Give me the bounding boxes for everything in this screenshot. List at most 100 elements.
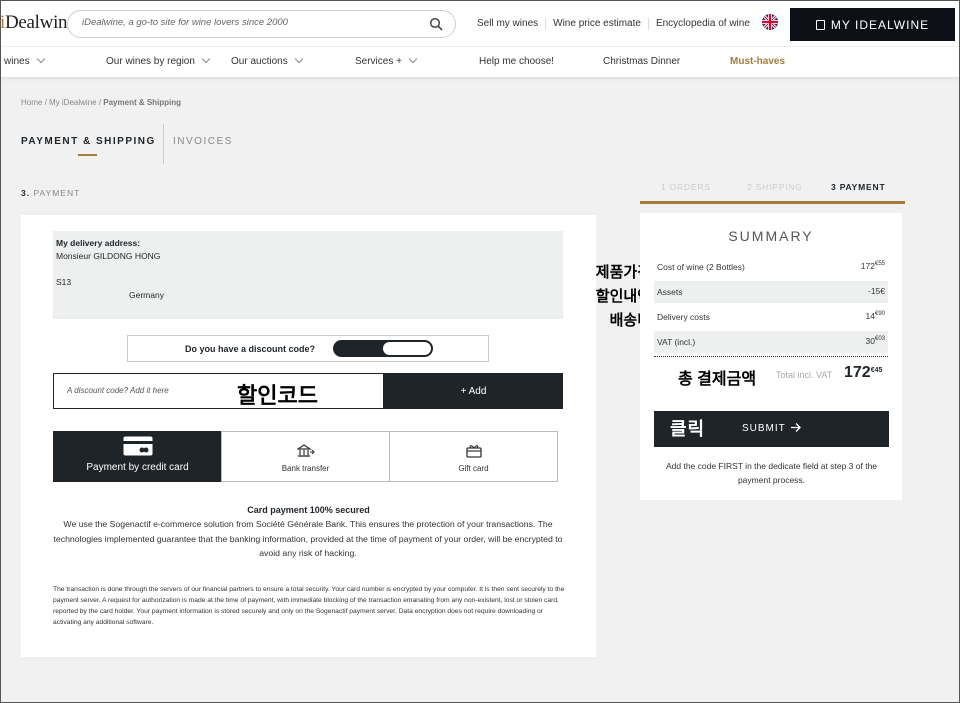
total-main: 172 [844, 364, 871, 381]
chevron-down-icon [294, 54, 303, 64]
row-value: -15€ [868, 286, 885, 296]
nav-label: Our wines by region [106, 56, 195, 67]
address-name: Monsieur GILDONG HONG [56, 251, 161, 261]
uk-flag-icon[interactable] [762, 14, 778, 30]
tab-payment-shipping[interactable]: PAYMENT & SHIPPING [21, 136, 156, 147]
progress-step-orders[interactable]: 1 ORDERS [661, 182, 711, 192]
nav-must-haves[interactable]: Must-haves [730, 56, 785, 67]
summary-divider [654, 356, 888, 357]
nav-help-me-choose[interactable]: Help me choose! [479, 56, 554, 67]
price-estimate-link[interactable]: Wine price estimate [546, 18, 649, 30]
discount-code-row: 할인코드 + Add [53, 373, 563, 409]
breadcrumb-sep: / [42, 98, 50, 107]
account-icon [815, 19, 825, 30]
search-icon[interactable] [429, 17, 443, 31]
total-cents: €45 [870, 367, 883, 374]
method-label: Gift card [458, 464, 489, 473]
method-label: Bank transfer [281, 464, 330, 473]
add-discount-button[interactable]: + Add [384, 373, 563, 409]
chevron-down-icon [201, 54, 211, 64]
row-value: 14€90 [866, 311, 885, 321]
address-country: Germany [129, 290, 164, 300]
site-logo[interactable]: iDiDealwine [0, 12, 76, 34]
active-tab-underline [78, 154, 97, 156]
discount-code-field: 할인코드 [53, 373, 384, 409]
address-label: My delivery address: [56, 238, 141, 248]
submit-label: SUBMIT [742, 423, 786, 434]
value-cents: €55 [874, 261, 885, 267]
nav-wines[interactable]: wines [4, 54, 45, 67]
value-cents: €90 [874, 311, 885, 317]
summary-row-assets: Assets -15€ [654, 281, 888, 303]
tab-divider [163, 124, 164, 164]
arrow-right-icon [791, 423, 801, 432]
nav-wines-by-region[interactable]: Our wines by region [106, 54, 211, 67]
encyclopedia-link[interactable]: Encyclopedia of wine [649, 18, 757, 30]
secure-payment-title: Card payment 100% secured [247, 505, 370, 515]
secure-payment-text: We use the Sogenactif e-commerce solutio… [53, 519, 563, 558]
total-label: Total incl. VAT [776, 370, 833, 380]
delivery-address: My delivery address: Monsieur GILDONG HO… [53, 231, 563, 319]
sell-wines-link[interactable]: Sell my wines [470, 18, 547, 30]
search-input[interactable] [82, 17, 422, 28]
nav-label: Must-haves [730, 56, 786, 67]
discount-question: Do you have a discount code? [185, 344, 316, 354]
progress-step-payment: 3 PAYMENT [831, 182, 886, 192]
gift-card-icon [465, 445, 482, 458]
chevron-down-icon [36, 54, 45, 64]
logo-text: D [4, 12, 19, 33]
nav-label: wines [4, 56, 30, 67]
progress-step-shipping[interactable]: 2 SHIPPING [747, 182, 803, 192]
value-main: 30 [865, 336, 875, 346]
total-value: 172€45 [844, 364, 882, 382]
value-main: -15€ [867, 286, 885, 296]
summary-title: SUMMARY [728, 228, 814, 244]
payment-panel: My delivery address: Monsieur GILDONG HO… [21, 215, 596, 657]
discount-toggle-box: Do you have a discount code? [127, 335, 489, 362]
chevron-down-icon [408, 54, 418, 64]
toggle-knob [383, 342, 431, 355]
annotation-total-payment: 총 결제금액 [678, 371, 757, 388]
nav-auctions[interactable]: Our auctions [231, 54, 303, 67]
discount-code-input[interactable] [67, 386, 227, 395]
top-header: iDiDealwine Sell my wines Wine price est… [0, 0, 960, 46]
breadcrumb-home[interactable]: Home [21, 98, 42, 107]
search-bar [67, 10, 456, 38]
method-bank-transfer[interactable]: Bank transfer [221, 431, 390, 482]
summary-row-vat: VAT (incl.) 30€03 [654, 331, 888, 353]
transaction-fine-print: The transaction is done through the serv… [53, 586, 565, 626]
value-main: 172 [860, 261, 875, 271]
breadcrumb-account[interactable]: My iDealwine [49, 98, 97, 107]
row-value: 30€03 [866, 336, 885, 346]
nav-label: Services + [355, 56, 402, 67]
step-heading: 3. PAYMENT [21, 188, 80, 198]
nav-christmas-dinner[interactable]: Christmas Dinner [603, 56, 680, 67]
my-idealwine-button[interactable]: MY IDEALWINE [790, 8, 955, 41]
credit-card-icon [123, 436, 152, 456]
nav-services[interactable]: Services + [355, 54, 418, 67]
row-label: Cost of wine (2 Bottles) [657, 262, 745, 272]
summary-row-wine: Cost of wine (2 Bottles) 172€55 [654, 256, 888, 278]
row-value: 172€55 [861, 261, 885, 271]
annotation-discount-code: 할인코드 [237, 383, 318, 408]
annotation-click: 클릭 [670, 419, 706, 439]
discount-toggle-switch[interactable] [333, 340, 433, 357]
summary-note: Add the code FIRST in the dedicate field… [665, 461, 878, 485]
top-links: Sell my wines Wine price estimate Encycl… [470, 18, 757, 30]
summary-row-delivery: Delivery costs 14€90 [654, 306, 888, 328]
method-gift-card[interactable]: Gift card [389, 431, 558, 482]
account-label: MY IDEALWINE [830, 17, 930, 32]
payment-methods: Payment by credit card Bank transfer Gif… [53, 431, 558, 482]
submit-button[interactable]: 클릭 SUBMIT [654, 411, 889, 447]
nav-label: Christmas Dinner [603, 56, 681, 67]
address-spacer [56, 263, 560, 276]
value-cents: €03 [874, 336, 885, 342]
breadcrumb: Home / My iDealwine / Payment & Shipping [21, 98, 181, 107]
tab-invoices[interactable]: INVOICES [173, 136, 233, 147]
checkout-progress: 1 ORDERS 2 SHIPPING 3 PAYMENT [640, 182, 905, 204]
breadcrumb-current: Payment & Shipping [103, 98, 182, 107]
main-nav: wines Our wines by region Our auctions S… [0, 46, 960, 77]
address-line: S13 [56, 277, 72, 287]
nav-label: Help me choose! [479, 56, 555, 67]
method-credit-card[interactable]: Payment by credit card [53, 431, 222, 482]
